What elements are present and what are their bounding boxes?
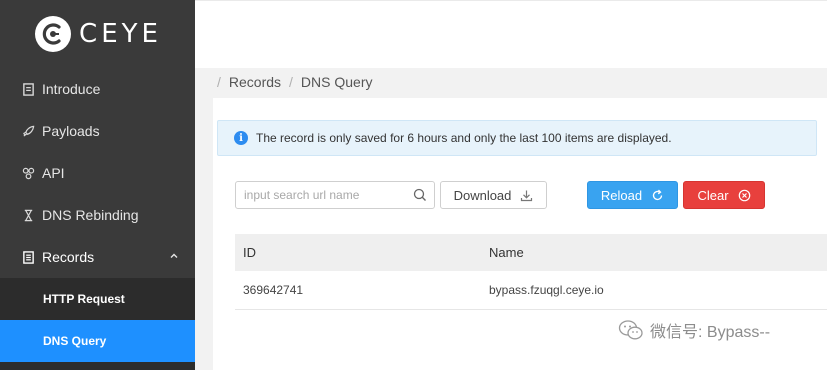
breadcrumb-separator: / xyxy=(289,74,293,90)
column-header-name[interactable]: Name xyxy=(481,245,827,260)
top-bar xyxy=(195,0,827,68)
cell-name: bypass.fzuqgl.ceye.io xyxy=(489,283,604,297)
column-header-id[interactable]: ID xyxy=(235,245,481,260)
download-icon xyxy=(521,190,533,201)
table-row[interactable]: 369642741 bypass.fzuqgl.ceye.io xyxy=(235,271,827,310)
cell-id: 369642741 xyxy=(243,283,304,297)
api-icon xyxy=(20,165,36,181)
sidebar-item-records[interactable]: Records xyxy=(0,236,195,278)
sidebar-footer xyxy=(0,362,195,370)
brand-logo[interactable]: CEYE xyxy=(0,0,195,68)
search-icon[interactable] xyxy=(413,188,427,202)
wechat-icon xyxy=(618,320,643,340)
info-icon: i xyxy=(234,131,248,145)
sidebar-item-introduce[interactable]: Introduce xyxy=(0,68,195,110)
sidebar-subitem-label: HTTP Request xyxy=(43,292,125,306)
close-circle-icon xyxy=(738,189,750,201)
download-label: Download xyxy=(453,187,512,203)
table-header: ID Name xyxy=(235,234,827,271)
reload-button[interactable]: Reload xyxy=(587,181,678,209)
sidebar-item-dns-rebinding[interactable]: DNS Rebinding xyxy=(0,194,195,236)
sidebar-subitem-http-request[interactable]: HTTP Request xyxy=(0,278,195,320)
sidebar: CEYE Introduce Payloads API DNS Rebindin… xyxy=(0,0,195,370)
breadcrumb-item-records[interactable]: Records xyxy=(229,74,281,90)
clear-button[interactable]: Clear xyxy=(683,181,765,209)
search-input[interactable] xyxy=(236,182,406,208)
reload-label: Reload xyxy=(600,187,643,203)
document-icon xyxy=(20,81,36,97)
ceye-logo-icon xyxy=(35,16,72,52)
sidebar-subitem-label: DNS Query xyxy=(43,334,107,348)
watermark-text: 微信号: Bypass-- xyxy=(650,324,771,341)
sidebar-item-label: API xyxy=(42,165,65,181)
sidebar-item-payloads[interactable]: Payloads xyxy=(0,110,195,152)
sidebar-item-label: Introduce xyxy=(42,81,101,97)
refresh-icon xyxy=(652,189,663,200)
sidebar-item-label: Payloads xyxy=(42,123,100,139)
sidebar-subitem-dns-query[interactable]: DNS Query xyxy=(0,320,195,362)
breadcrumb-item-dns-query: DNS Query xyxy=(300,74,373,90)
chevron-up-icon[interactable] xyxy=(169,251,179,261)
search-box xyxy=(235,181,435,209)
sidebar-item-label: DNS Rebinding xyxy=(42,207,139,223)
sidebar-item-api[interactable]: API xyxy=(0,152,195,194)
records-icon xyxy=(20,249,36,265)
brand-name: CEYE xyxy=(79,19,162,49)
breadcrumb: / Records / DNS Query xyxy=(217,74,373,90)
info-alert: i The record is only saved for 6 hours a… xyxy=(217,120,817,156)
hourglass-icon xyxy=(20,207,36,223)
sidebar-item-label: Records xyxy=(42,249,95,265)
rocket-icon xyxy=(20,123,36,139)
download-button[interactable]: Download xyxy=(440,181,547,209)
clear-label: Clear xyxy=(697,187,729,203)
records-table: ID Name 369642741 bypass.fzuqgl.ceye.io xyxy=(235,234,827,310)
breadcrumb-separator: / xyxy=(217,74,221,90)
alert-text: The record is only saved for 6 hours and… xyxy=(256,131,672,145)
watermark: 微信号: Bypass-- xyxy=(618,318,770,342)
